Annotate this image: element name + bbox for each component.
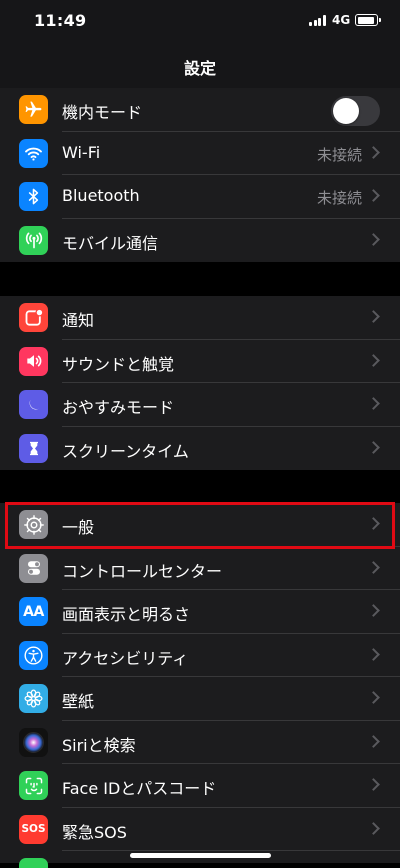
row-label: Wi-Fi: [62, 142, 101, 162]
flower-icon: [19, 684, 48, 713]
row-label: 通知: [62, 311, 95, 330]
chevron-right-icon: [367, 440, 380, 454]
chevron-right-icon: [367, 353, 380, 367]
row-emergency-sos[interactable]: SOS 緊急SOS: [0, 808, 400, 851]
row-label: 画面表示と明るさ: [62, 605, 191, 624]
siri-icon: [19, 727, 48, 757]
chevron-right-icon: [367, 310, 380, 323]
row-wifi[interactable]: Wi-Fi 未接続: [0, 132, 400, 175]
sos-icon: SOS: [19, 814, 48, 844]
row-label: スクリーンタイム: [62, 441, 189, 461]
chevron-right-icon: [367, 145, 380, 159]
row-label: Siriと検索: [62, 735, 136, 755]
chevron-right-icon: [367, 397, 380, 410]
chevron-right-icon: [367, 821, 380, 835]
row-label: 緊急SOS: [62, 822, 127, 842]
chevron-right-icon: [367, 734, 380, 748]
row-label: サウンドと触覚: [62, 354, 175, 374]
toggle-switches-icon: [19, 553, 48, 583]
row-label: おやすみモード: [62, 398, 175, 417]
chevron-right-icon: [367, 691, 380, 704]
battery-icon: [355, 14, 381, 26]
row-label: 壁紙: [62, 692, 95, 711]
moon-icon: [19, 390, 48, 419]
status-time: 11:49: [34, 11, 87, 30]
settings-group-general: 一般 コントロールセンター AA 画面表示と明るさ アクセシビリティ 壁紙 Si…: [0, 503, 400, 868]
row-notifications[interactable]: 通知: [0, 296, 400, 340]
highlight-box: [5, 502, 395, 549]
network-type: 4G: [332, 13, 351, 27]
row-label: アクセシビリティ: [62, 648, 189, 668]
toggle-knob: [333, 98, 359, 124]
row-mobile-data[interactable]: モバイル通信: [0, 219, 400, 263]
row-label: モバイル通信: [62, 233, 159, 253]
cellular-icon: [19, 225, 48, 255]
notifications-icon: [19, 303, 48, 332]
chevron-right-icon: [367, 560, 380, 574]
row-accessibility[interactable]: アクセシビリティ: [0, 634, 400, 677]
wifi-status: 未接続: [316, 145, 362, 164]
airplane-icon: [19, 95, 48, 124]
chevron-right-icon: [367, 778, 380, 791]
hourglass-icon: [19, 433, 48, 463]
row-siri-search[interactable]: Siriと検索: [0, 721, 400, 764]
page-title: 設定: [183, 59, 216, 78]
settings-group-notifications: 通知 サウンドと触覚 おやすみモード スクリーンタイム: [0, 296, 400, 470]
row-control-center[interactable]: コントロールセンター: [0, 547, 400, 590]
navigation-bar: 設定: [0, 44, 400, 89]
accessibility-icon: [19, 640, 48, 670]
sound-icon: [19, 346, 48, 376]
bluetooth-status: 未接続: [316, 189, 362, 207]
row-bluetooth[interactable]: Bluetooth 未接続: [0, 175, 400, 219]
chevron-right-icon: [367, 604, 380, 617]
chevron-right-icon: [367, 189, 380, 202]
row-label: Face IDとパスコード: [62, 779, 217, 798]
status-bar: 11:49 4G: [0, 0, 400, 44]
bluetooth-icon: [19, 182, 48, 211]
row-display-brightness[interactable]: AA 画面表示と明るさ: [0, 590, 400, 634]
wifi-icon: [19, 138, 48, 168]
partial-row-icon: [19, 858, 48, 868]
row-label: コントロールセンター: [62, 561, 223, 581]
settings-group-connectivity: 機内モード Wi-Fi 未接続 Bluetooth 未接続 モバイル通信: [0, 88, 400, 262]
row-do-not-disturb[interactable]: おやすみモード: [0, 383, 400, 427]
face-id-icon: [19, 771, 48, 800]
row-screen-time[interactable]: スクリーンタイム: [0, 427, 400, 471]
row-wallpaper[interactable]: 壁紙: [0, 677, 400, 721]
cellular-signal-icon: [309, 15, 327, 26]
row-label: Bluetooth: [62, 186, 140, 205]
row-airplane-mode: 機内モード: [0, 88, 400, 132]
airplane-mode-toggle[interactable]: [331, 96, 380, 126]
row-face-id-passcode[interactable]: Face IDとパスコード: [0, 764, 400, 808]
row-label: 機内モード: [62, 103, 143, 122]
chevron-right-icon: [367, 647, 380, 661]
home-indicator[interactable]: [130, 853, 271, 858]
chevron-right-icon: [367, 232, 380, 246]
text-size-icon: AA: [19, 597, 48, 626]
row-sounds[interactable]: サウンドと触覚: [0, 340, 400, 383]
